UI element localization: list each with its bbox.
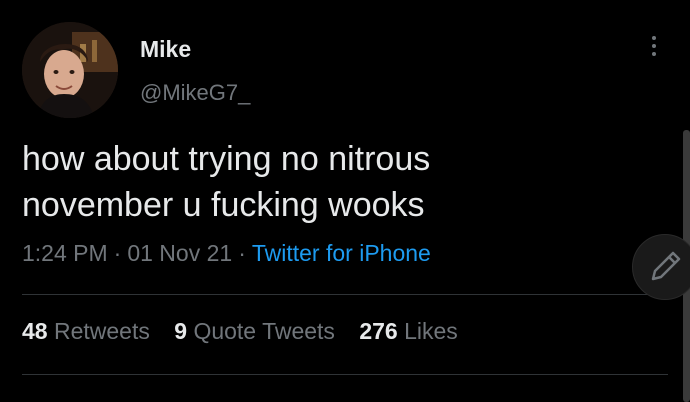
avatar-photo (22, 22, 118, 118)
meta-separator: · (238, 240, 246, 266)
quote-tweets-count: 9 (174, 318, 188, 344)
likes-label: Likes (404, 318, 458, 344)
tweet-text-line: how about trying no nitrous (22, 140, 431, 178)
divider (22, 374, 668, 375)
engagement-stats: 48 Retweets 9 Quote Tweets 276 Likes (22, 318, 476, 345)
tweet-text-line: november u fucking wooks (22, 186, 425, 224)
tweet-source-link[interactable]: Twitter for iPhone (252, 240, 431, 266)
display-name[interactable]: Mike (140, 36, 191, 63)
likes-stat[interactable]: 276 Likes (359, 318, 457, 344)
tweet-text: how about trying no nitrous november u f… (22, 136, 622, 228)
quote-tweets-stat[interactable]: 9 Quote Tweets (174, 318, 335, 344)
likes-count: 276 (359, 318, 398, 344)
avatar[interactable] (22, 22, 118, 118)
tweet-date[interactable]: 01 Nov 21 (127, 240, 232, 266)
compose-pencil-icon (651, 251, 681, 281)
user-handle[interactable]: @MikeG7_ (140, 80, 250, 106)
tweet-detail: Mike @MikeG7_ how about trying no nitrou… (0, 0, 690, 402)
tweet-metadata: 1:24 PM · 01 Nov 21 · Twitter for iPhone (22, 240, 431, 267)
retweets-count: 48 (22, 318, 48, 344)
more-vertical-icon[interactable] (646, 36, 662, 62)
retweets-label: Retweets (53, 318, 150, 344)
compose-button[interactable] (632, 234, 690, 300)
divider (22, 294, 668, 295)
tweet-time[interactable]: 1:24 PM (22, 240, 108, 266)
retweets-stat[interactable]: 48 Retweets (22, 318, 150, 344)
meta-separator: · (113, 240, 122, 266)
quote-tweets-label: Quote Tweets (193, 318, 335, 344)
